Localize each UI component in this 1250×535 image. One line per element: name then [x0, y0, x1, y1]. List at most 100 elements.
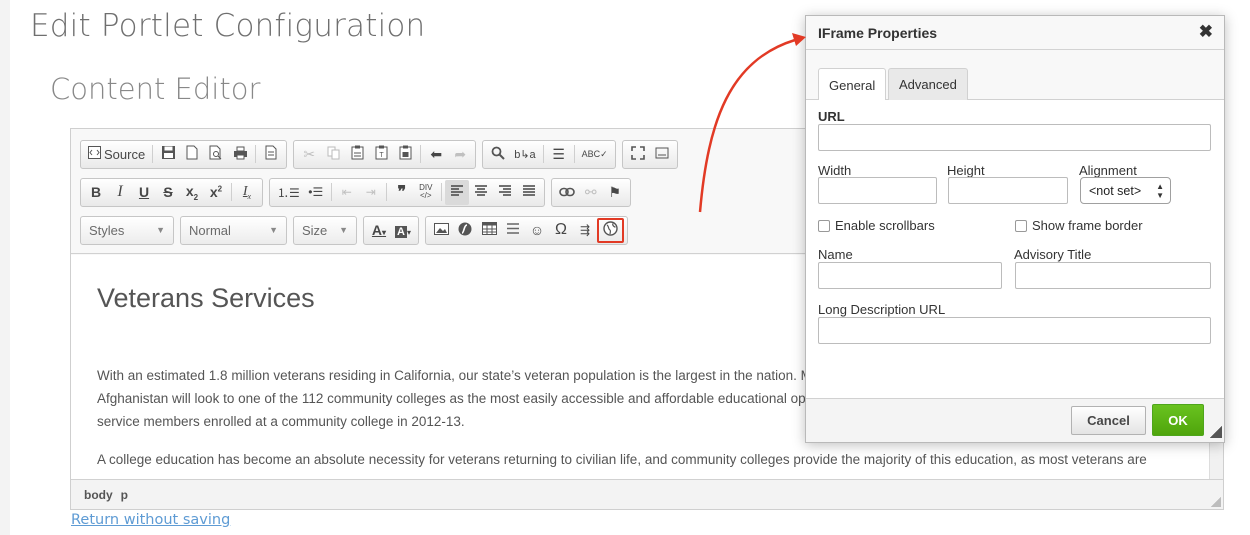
- cut-button[interactable]: ✂: [297, 142, 321, 167]
- underline-button[interactable]: U: [132, 180, 156, 205]
- enable-scrollbars-checkbox[interactable]: [818, 220, 830, 232]
- dialog-body: URL Width Height Alignment <not set> ▲ ▼ …: [806, 100, 1224, 400]
- flash-button[interactable]: [453, 218, 477, 243]
- replace-button[interactable]: b↳a: [510, 142, 539, 167]
- blockquote-button[interactable]: ❞: [390, 180, 414, 205]
- superscript-button[interactable]: x2: [204, 180, 228, 205]
- width-input[interactable]: [818, 177, 937, 204]
- subscript-button[interactable]: x2: [180, 180, 204, 205]
- indent-button[interactable]: ⇥: [359, 180, 383, 205]
- iframe-button[interactable]: [597, 217, 624, 243]
- align-center-icon: [474, 184, 488, 200]
- name-input[interactable]: [818, 262, 1002, 289]
- select-all-icon: ☰: [552, 145, 565, 162]
- undo-button[interactable]: ⬅: [424, 142, 448, 167]
- bg-color-button[interactable]: A ▾: [391, 218, 415, 243]
- spellcheck-button[interactable]: ABC✓: [578, 142, 612, 167]
- bold-button[interactable]: B: [84, 180, 108, 205]
- italic-button[interactable]: I: [108, 180, 132, 205]
- copy-icon: [327, 146, 340, 163]
- bulleted-list-button[interactable]: •☰: [304, 180, 328, 205]
- source-button[interactable]: Source: [84, 142, 149, 167]
- url-input[interactable]: [818, 124, 1211, 151]
- remove-format-icon: Ix: [242, 183, 252, 201]
- close-icon[interactable]: ✖: [1199, 22, 1213, 42]
- text-color-button[interactable]: A▾: [367, 218, 391, 243]
- numbered-list-button[interactable]: ⒈☰: [273, 180, 304, 205]
- find-icon: [491, 146, 505, 163]
- toolbar-group-paragraph: ⒈☰ •☰ ⇤ ⇥ ❞ DIV </>: [269, 177, 545, 207]
- maximize-icon: [630, 145, 645, 163]
- new-page-button[interactable]: [180, 142, 204, 167]
- select-all-button[interactable]: ☰: [547, 142, 571, 167]
- align-center-button[interactable]: [469, 180, 493, 205]
- resize-grip-icon[interactable]: [1211, 497, 1221, 507]
- link-button[interactable]: [555, 180, 579, 205]
- find-button[interactable]: [486, 142, 510, 167]
- div-button[interactable]: DIV </>: [414, 180, 438, 205]
- alignment-value: <not set>: [1089, 183, 1142, 198]
- content-heading: Veterans Services: [97, 283, 315, 313]
- cancel-button[interactable]: Cancel: [1071, 406, 1146, 435]
- advisory-title-input[interactable]: [1015, 262, 1211, 289]
- preview-icon: [209, 145, 223, 163]
- toolbar-group-tools: [621, 139, 678, 169]
- select-arrows-icon: ▲ ▼: [1156, 182, 1164, 200]
- image-icon: [433, 222, 449, 238]
- height-input[interactable]: [948, 177, 1068, 204]
- image-button[interactable]: [429, 218, 453, 243]
- path-item-p[interactable]: p: [121, 488, 128, 502]
- strike-icon: S: [163, 184, 173, 200]
- special-char-button[interactable]: Ω: [549, 218, 573, 243]
- preview-button[interactable]: [204, 142, 228, 167]
- toolbar-separator: [420, 145, 422, 163]
- show-blocks-button[interactable]: [650, 142, 674, 167]
- smiley-button[interactable]: ☺: [525, 218, 549, 243]
- paste-text-button[interactable]: T: [369, 142, 393, 167]
- copy-button[interactable]: [321, 142, 345, 167]
- table-button[interactable]: [477, 218, 501, 243]
- align-right-button[interactable]: [493, 180, 517, 205]
- advisory-title-label: Advisory Title: [1014, 247, 1092, 262]
- bg-color-icon: A ▾: [395, 226, 411, 238]
- path-item-body[interactable]: body: [84, 488, 113, 502]
- paste-word-button[interactable]: [393, 142, 417, 167]
- element-path-bar: body p: [71, 479, 1223, 509]
- strike-button[interactable]: S: [156, 180, 180, 205]
- paste-button[interactable]: [345, 142, 369, 167]
- ok-button[interactable]: OK: [1152, 404, 1204, 436]
- return-without-saving-link[interactable]: Return without saving: [71, 512, 230, 528]
- outdent-button[interactable]: ⇤: [335, 180, 359, 205]
- dialog-titlebar[interactable]: IFrame Properties ✖: [806, 16, 1224, 50]
- templates-button[interactable]: [259, 142, 283, 167]
- remove-format-button[interactable]: Ix: [235, 180, 259, 205]
- styles-dropdown[interactable]: Styles ▼: [80, 215, 174, 245]
- long-description-url-label: Long Description URL: [818, 302, 946, 317]
- tab-general[interactable]: General: [818, 68, 887, 101]
- justify-button[interactable]: [517, 180, 541, 205]
- align-left-button[interactable]: [444, 179, 469, 205]
- text-color-icon: A▾: [371, 222, 387, 238]
- print-button[interactable]: [228, 142, 252, 167]
- align-left-icon: [450, 184, 464, 200]
- unlink-button[interactable]: ⚯: [579, 180, 603, 205]
- redo-button[interactable]: ➦: [448, 142, 472, 167]
- tab-advanced[interactable]: Advanced: [888, 68, 968, 100]
- page-break-button[interactable]: ⇶: [573, 218, 597, 243]
- show-frame-border-checkbox[interactable]: [1015, 220, 1027, 232]
- format-dropdown[interactable]: Normal ▼: [180, 215, 287, 245]
- horizontal-rule-button[interactable]: [501, 218, 525, 243]
- toolbar-group-basicstyles: B I U S x2 x2 Ix: [80, 177, 263, 207]
- dialog-resize-grip-icon[interactable]: [1210, 426, 1222, 438]
- long-description-url-input[interactable]: [818, 317, 1211, 344]
- unlink-icon: ⚯: [584, 183, 597, 200]
- new-page-icon: [186, 145, 198, 163]
- superscript-icon: x2: [209, 184, 223, 200]
- size-dropdown[interactable]: Size ▼: [293, 215, 357, 245]
- source-label: Source: [104, 146, 146, 162]
- save-button[interactable]: [156, 142, 180, 167]
- maximize-button[interactable]: [626, 142, 650, 167]
- bold-icon: B: [90, 184, 102, 200]
- alignment-select[interactable]: <not set> ▲ ▼: [1080, 177, 1171, 204]
- anchor-button[interactable]: ⚑: [603, 180, 627, 205]
